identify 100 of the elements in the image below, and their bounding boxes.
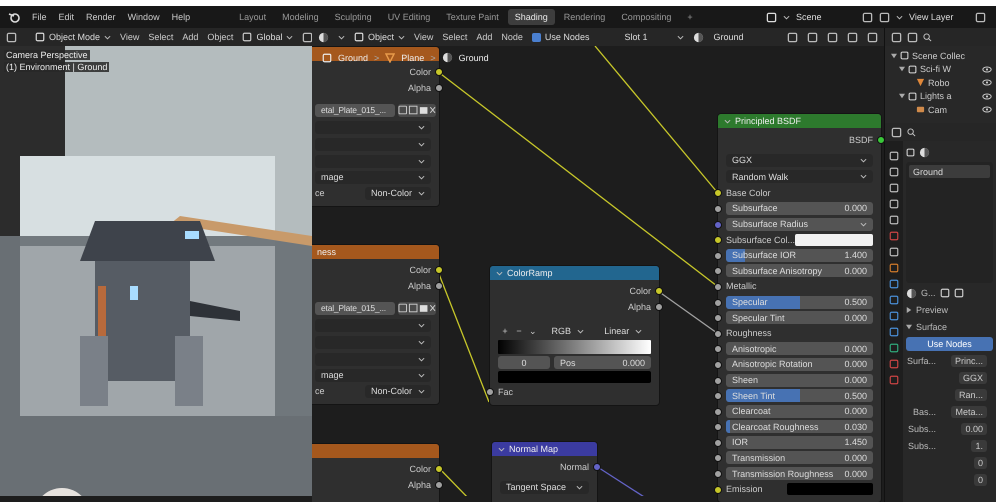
input-socket[interactable] bbox=[714, 252, 722, 260]
input-socket[interactable] bbox=[714, 486, 722, 494]
eye-icon[interactable] bbox=[982, 106, 992, 114]
menu-item[interactable]: Edit bbox=[58, 12, 74, 22]
input-socket[interactable] bbox=[714, 360, 722, 369]
image-texture-node[interactable]: ness Color Alpha etal_Plate_015_... mage ce Non-Color bbox=[312, 244, 440, 405]
output-socket[interactable] bbox=[435, 68, 443, 76]
menu-item[interactable]: Add bbox=[182, 32, 198, 42]
outliner-item[interactable]: Lights a bbox=[920, 91, 952, 102]
outliner-item[interactable]: Sci-fi W bbox=[920, 64, 951, 74]
input-socket[interactable] bbox=[714, 189, 722, 198]
node-header[interactable]: ness bbox=[312, 245, 439, 259]
workspace-tab[interactable]: Sculpting bbox=[328, 9, 379, 25]
workspace-tab[interactable]: Texture Paint bbox=[439, 9, 506, 25]
use-nodes-button[interactable]: Use Nodes bbox=[906, 337, 993, 351]
value-slider[interactable]: Anisotropic 0.000 bbox=[726, 342, 873, 356]
orientation-dropdown[interactable]: Global bbox=[242, 32, 294, 42]
menu-item[interactable]: Help bbox=[172, 12, 190, 22]
blender-logo-icon[interactable] bbox=[8, 11, 20, 23]
panel-header[interactable]: Surface bbox=[916, 322, 948, 332]
dropdown[interactable]: Tangent Space bbox=[500, 480, 589, 494]
value-slider[interactable]: Clearcoat Roughness 0.030 bbox=[726, 420, 873, 434]
value-slider[interactable]: Transmission Roughness 0.000 bbox=[726, 467, 873, 480]
menu-item[interactable]: View bbox=[414, 32, 434, 42]
output-socket[interactable] bbox=[435, 266, 443, 274]
property-field[interactable]: GGX bbox=[958, 372, 987, 384]
sphere-icon[interactable] bbox=[318, 32, 329, 42]
workspace-tab[interactable]: Layout bbox=[232, 9, 274, 25]
eye-icon[interactable] bbox=[982, 79, 992, 86]
shader-type-dropdown[interactable]: Object bbox=[354, 32, 406, 42]
add-workspace-button[interactable]: + bbox=[680, 9, 700, 25]
input-socket[interactable] bbox=[714, 423, 722, 432]
value-slider[interactable]: Clearcoat 0.000 bbox=[726, 404, 873, 418]
view-layer-field[interactable]: View Layer bbox=[909, 12, 969, 22]
collapsed-arrow-icon[interactable] bbox=[906, 307, 912, 313]
workspace-tab[interactable]: UV Editing bbox=[380, 9, 438, 25]
gradient-bar[interactable] bbox=[498, 340, 651, 354]
breadcrumb-item[interactable]: Ground bbox=[458, 52, 489, 62]
expanded-arrow-icon[interactable] bbox=[899, 66, 905, 72]
menu-item[interactable]: Add bbox=[476, 32, 492, 42]
input-socket[interactable] bbox=[714, 236, 722, 244]
dropdown[interactable]: Non-Color bbox=[365, 384, 431, 398]
node-header[interactable] bbox=[312, 444, 439, 458]
position-field[interactable]: Pos 0.000 bbox=[554, 356, 651, 369]
dropdown[interactable]: Random Walk bbox=[726, 170, 873, 184]
stop-index-field[interactable]: 0 bbox=[498, 356, 550, 369]
search-icon[interactable] bbox=[907, 128, 916, 136]
node-header[interactable]: Normal Map bbox=[492, 442, 597, 456]
breadcrumb-item[interactable]: Plane bbox=[401, 52, 424, 62]
image-texture-node[interactable]: Color Alpha bbox=[312, 443, 440, 502]
property-field[interactable]: 0.00 bbox=[961, 423, 987, 435]
eye-icon[interactable] bbox=[982, 92, 992, 100]
menu-item[interactable]: Node bbox=[501, 32, 523, 42]
sphere-icon[interactable] bbox=[442, 52, 453, 63]
input-socket[interactable] bbox=[714, 204, 722, 213]
outliner-item[interactable]: Scene Collec bbox=[912, 50, 966, 61]
value-slider[interactable]: Anisotropic Rotation 0.000 bbox=[726, 358, 873, 371]
dropdown[interactable]: GGX bbox=[726, 154, 873, 167]
value-slider[interactable]: Transmission 0.000 bbox=[726, 451, 873, 464]
breadcrumb-item[interactable]: Ground bbox=[338, 52, 368, 62]
principled-bsdf-node[interactable] bbox=[717, 113, 882, 502]
output-socket[interactable] bbox=[655, 303, 663, 311]
ramp-tool-button[interactable]: + bbox=[498, 326, 512, 336]
menu-item[interactable]: Select bbox=[442, 32, 468, 42]
input-socket[interactable] bbox=[714, 267, 722, 276]
input-socket[interactable] bbox=[714, 282, 722, 291]
expanded-arrow-icon[interactable] bbox=[891, 52, 897, 59]
ramp-tool-button[interactable]: − bbox=[512, 326, 526, 336]
menu-item[interactable]: Object bbox=[207, 32, 234, 42]
input-socket[interactable] bbox=[714, 376, 722, 384]
property-field[interactable]: Princ... bbox=[950, 355, 987, 367]
input-socket[interactable] bbox=[486, 388, 494, 396]
value-slider[interactable]: IOR 1.450 bbox=[726, 436, 873, 449]
menu-item[interactable]: Render bbox=[86, 12, 116, 22]
input-socket[interactable] bbox=[714, 392, 722, 400]
image-buttons-group[interactable] bbox=[398, 302, 436, 314]
value-slider[interactable]: Sheen Tint 0.500 bbox=[726, 389, 873, 402]
output-socket[interactable] bbox=[435, 465, 443, 473]
input-socket[interactable] bbox=[714, 454, 722, 462]
input-socket[interactable] bbox=[714, 314, 722, 322]
value-slider[interactable]: Subsurface 0.000 bbox=[726, 202, 873, 215]
output-socket[interactable] bbox=[655, 287, 663, 295]
expanded-arrow-icon[interactable] bbox=[906, 324, 912, 330]
workspace-tab[interactable]: Rendering bbox=[556, 9, 612, 25]
color-swatch[interactable] bbox=[498, 371, 651, 383]
property-field[interactable]: 1. bbox=[971, 440, 987, 452]
workspace-tab[interactable]: Shading bbox=[508, 9, 555, 25]
normal-map-node[interactable]: Normal Map Normal Tangent Space bbox=[491, 441, 598, 502]
input-socket[interactable] bbox=[714, 345, 722, 354]
outliner-item[interactable]: Cam bbox=[928, 104, 948, 115]
value-slider[interactable]: Sheen 0.000 bbox=[726, 374, 873, 386]
menu-item[interactable]: View bbox=[120, 32, 140, 42]
node-header[interactable]: ColorRamp bbox=[490, 266, 659, 280]
image-name-field[interactable]: etal_Plate_015_... bbox=[315, 302, 395, 314]
value-slider[interactable]: Specular Tint 0.000 bbox=[726, 311, 873, 324]
dropdown[interactable]: Non-Color bbox=[365, 186, 431, 200]
input-socket[interactable] bbox=[714, 220, 722, 229]
value-slider[interactable]: Specular 0.500 bbox=[726, 296, 873, 309]
material-slot[interactable]: Ground bbox=[909, 165, 990, 178]
material-field[interactable]: Ground bbox=[713, 32, 744, 42]
